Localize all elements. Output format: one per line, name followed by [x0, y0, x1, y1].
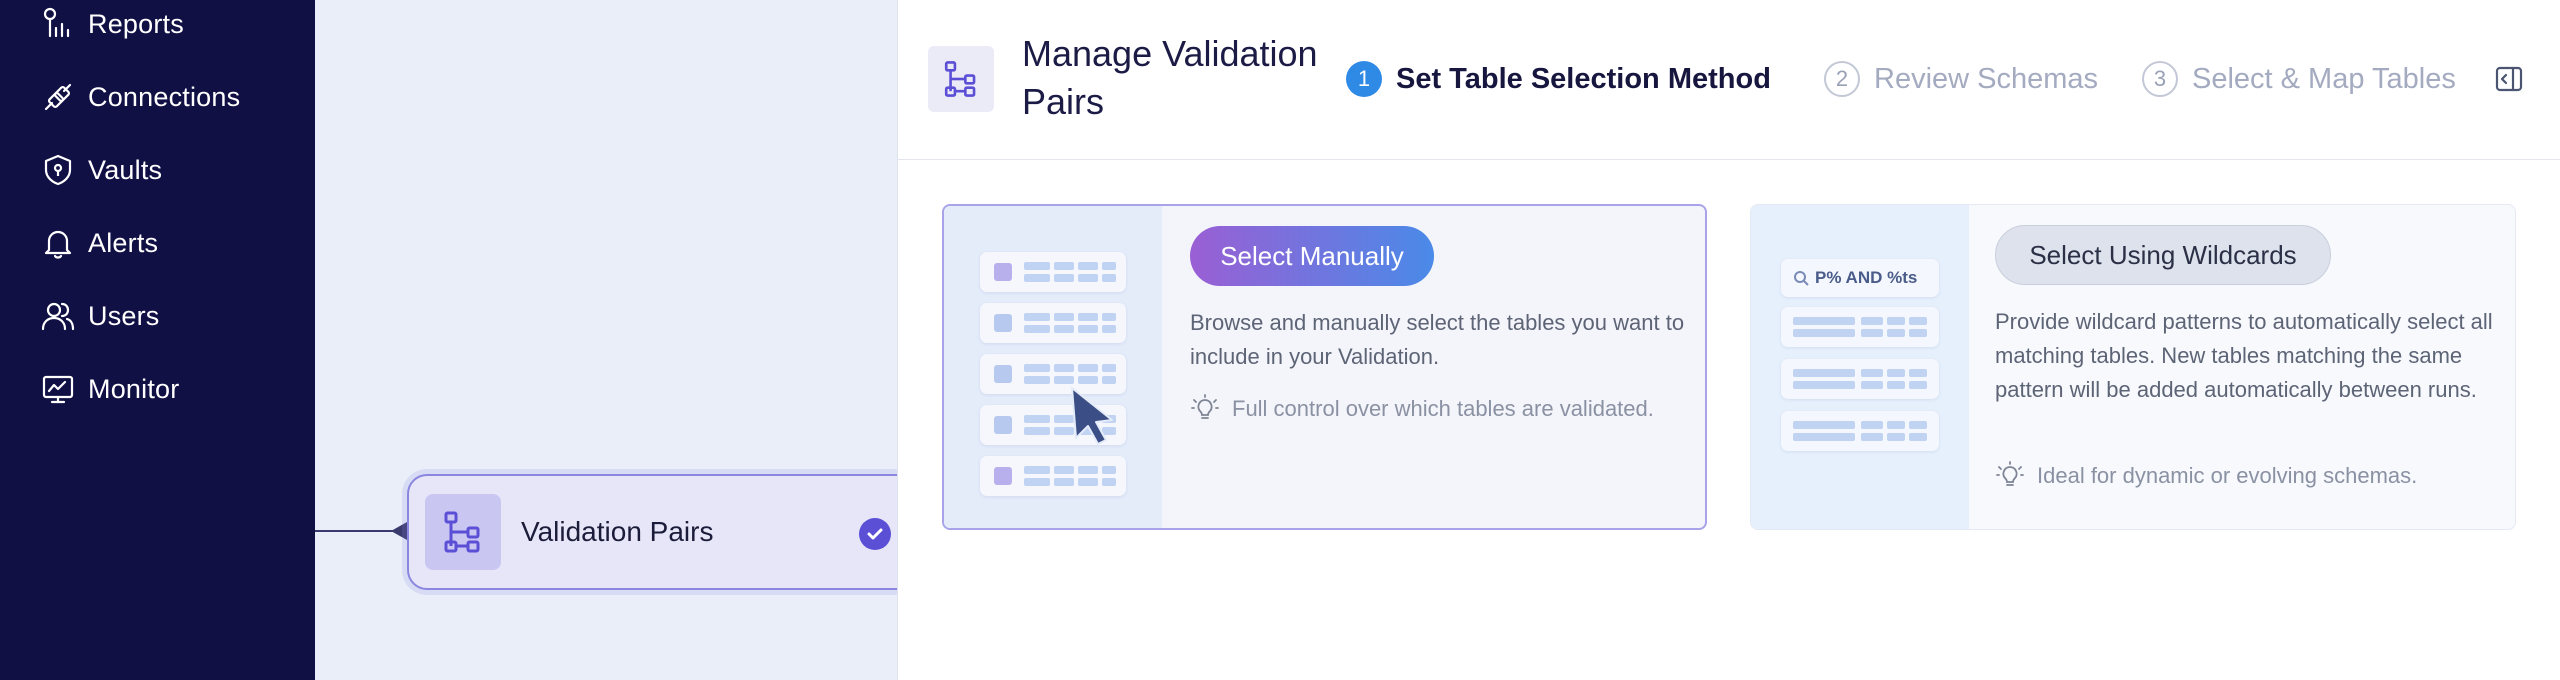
- select-manually-button[interactable]: Select Manually: [1190, 226, 1434, 286]
- illustration-row: [980, 456, 1126, 496]
- node-connector-line: [315, 530, 395, 532]
- check-circle-icon: [859, 518, 891, 550]
- validation-pairs-node[interactable]: Validation Pairs: [407, 474, 897, 590]
- illustration-row: [980, 303, 1126, 343]
- sidebar-item-connections[interactable]: Connections: [40, 77, 240, 117]
- sidebar-item-vaults[interactable]: Vaults: [40, 150, 162, 190]
- monitor-icon: [42, 375, 74, 404]
- step-1-set-table-selection-method[interactable]: 1 Set Table Selection Method: [1346, 60, 1771, 98]
- sidebar-item-label: Users: [88, 300, 160, 331]
- sidebar-item-label: Monitor: [88, 373, 180, 404]
- step-label: Select & Map Tables: [2192, 62, 2456, 95]
- sidebar-item-alerts[interactable]: Alerts: [40, 223, 158, 263]
- step-3-select-map-tables[interactable]: 3 Select & Map Tables: [2142, 60, 2456, 98]
- page-title: Manage Validation Pairs: [1022, 33, 1318, 122]
- search-icon: [1794, 271, 1809, 286]
- reports-icon: [43, 7, 70, 38]
- lightbulb-icon: [1191, 394, 1219, 419]
- wildcard-pattern-text: P% AND %ts: [1815, 268, 1918, 287]
- illustration-row: [1781, 307, 1939, 347]
- manage-validation-pairs-panel: Manage Validation Pairs 1 Set Table Sele…: [897, 0, 2560, 680]
- step-number: 1: [1346, 61, 1382, 97]
- hierarchy-icon: [928, 46, 994, 112]
- sidebar-item-monitor[interactable]: Monitor: [40, 369, 179, 409]
- option-tip: Full control over which tables are valid…: [1190, 392, 1654, 426]
- node-label: Validation Pairs: [521, 516, 714, 547]
- collapse-panel-icon[interactable]: [2494, 64, 2524, 94]
- bell-icon: [44, 230, 72, 259]
- workflow-canvas[interactable]: Validation Pairs: [315, 0, 897, 680]
- panel-header: Manage Validation Pairs 1 Set Table Sele…: [898, 0, 2560, 160]
- step-label: Set Table Selection Method: [1396, 62, 1771, 95]
- wildcard-illustration: P% AND %ts: [1751, 205, 1969, 529]
- sidebar: Reports Connections Vaults Alerts Users …: [0, 0, 315, 680]
- sidebar-item-label: Reports: [88, 8, 184, 39]
- sidebar-item-label: Connections: [88, 81, 241, 112]
- sidebar-item-label: Alerts: [88, 227, 159, 258]
- step-number: 3: [2142, 61, 2178, 97]
- wildcard-search-chip: P% AND %ts: [1781, 259, 1939, 297]
- tip-text: Full control over which tables are valid…: [1232, 396, 1654, 421]
- option-description: Browse and manually select the tables yo…: [1190, 310, 1685, 369]
- users-icon: [41, 302, 75, 331]
- manual-illustration: [944, 206, 1162, 528]
- connections-icon: [44, 83, 72, 111]
- select-using-wildcards-button[interactable]: Select Using Wildcards: [1995, 225, 2331, 285]
- sidebar-item-label: Vaults: [88, 154, 163, 185]
- lightbulb-icon: [1996, 461, 2024, 486]
- vault-shield-icon: [44, 154, 72, 186]
- step-number: 2: [1824, 61, 1860, 97]
- option-card-select-using-wildcards[interactable]: P% AND %ts Select Using Wildcards Provid…: [1750, 204, 2516, 530]
- illustration-row: [1781, 411, 1939, 451]
- cursor-pointer-icon: [1071, 387, 1113, 445]
- tip-text: Ideal for dynamic or evolving schemas.: [2037, 463, 2418, 488]
- option-description: Provide wildcard patterns to automatical…: [1995, 309, 2493, 402]
- node-connector-arrow: [391, 522, 407, 540]
- option-tip: Ideal for dynamic or evolving schemas.: [1995, 459, 2417, 493]
- step-label: Review Schemas: [1874, 62, 2099, 95]
- step-2-review-schemas[interactable]: 2 Review Schemas: [1824, 60, 2098, 98]
- option-card-select-manually[interactable]: Select Manually Browse and manually sele…: [942, 204, 1707, 530]
- illustration-row: [980, 252, 1126, 292]
- hierarchy-icon: [425, 494, 501, 570]
- sidebar-item-users[interactable]: Users: [40, 296, 160, 336]
- sidebar-item-reports[interactable]: Reports: [40, 4, 184, 44]
- illustration-row: [1781, 359, 1939, 399]
